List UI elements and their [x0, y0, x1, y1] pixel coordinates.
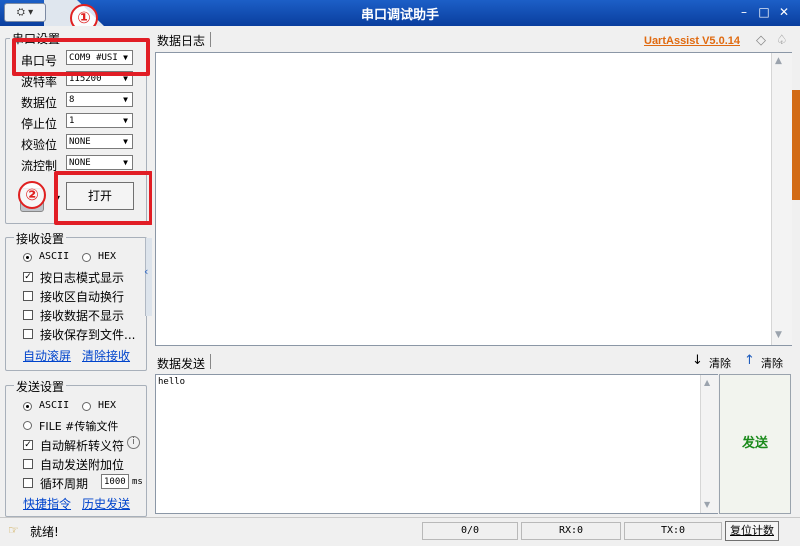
send-text-content: hello: [158, 377, 186, 387]
chevron-down-icon: ▼: [123, 137, 128, 146]
history-link[interactable]: 历史发送: [82, 495, 130, 512]
tab-data-send[interactable]: 数据发送: [157, 355, 205, 372]
info-icon[interactable]: i: [127, 436, 140, 449]
parity-select[interactable]: NONE ▼: [66, 134, 133, 149]
recv-auto-wrap-label: 接收区自动换行: [40, 290, 125, 304]
stopbits-label: 停止位: [21, 117, 58, 131]
receive-scrollbar[interactable]: [771, 53, 792, 345]
tab-data-log[interactable]: 数据日志: [157, 32, 205, 49]
highlight-box-port: [12, 38, 150, 76]
status-ready: 就绪!: [30, 525, 59, 539]
cycle-unit: ms: [132, 477, 143, 487]
recv-ascii-label: ASCII: [39, 251, 70, 262]
send-file-label: FILE #传输文件: [39, 420, 119, 433]
recv-save-file-checkbox[interactable]: [23, 329, 33, 339]
parity-label: 校验位: [21, 138, 58, 152]
send-append-label: 自动发送附加位: [40, 458, 125, 472]
cycle-period-input[interactable]: 1000: [101, 474, 129, 489]
recv-hex-radio[interactable]: [82, 253, 91, 262]
auto-scroll-link[interactable]: 自动滚屏: [23, 347, 71, 364]
recv-auto-wrap-checkbox[interactable]: [23, 291, 33, 301]
clear-up-arrow-icon[interactable]: ↑: [744, 353, 755, 368]
recv-no-display-checkbox[interactable]: [23, 310, 33, 320]
recv-no-display-label: 接收数据不显示: [40, 309, 125, 323]
diamond-icon[interactable]: ◇: [756, 33, 766, 48]
tab-divider: [210, 354, 211, 369]
send-hex-label: HEX: [98, 400, 117, 411]
status-tx: TX:0: [624, 522, 722, 540]
flow-label: 流控制: [21, 159, 58, 173]
chevron-down-icon: ▼: [123, 116, 128, 125]
receive-textarea[interactable]: [155, 52, 792, 346]
clear-send-button-1[interactable]: 清除: [709, 355, 731, 371]
recv-save-file-label: 接收保存到文件...: [40, 328, 136, 342]
send-hex-radio[interactable]: [82, 402, 91, 411]
highlight-box-open: [54, 171, 153, 225]
annotation-step-2: ②: [18, 181, 46, 209]
maximize-icon[interactable]: □: [756, 5, 772, 19]
send-cycle-checkbox[interactable]: [23, 478, 33, 488]
flow-select[interactable]: NONE ▼: [66, 155, 133, 170]
send-append-checkbox[interactable]: [23, 459, 33, 469]
scroll-up-icon[interactable]: ▲: [775, 56, 782, 66]
send-escape-checkbox[interactable]: ✓: [23, 440, 33, 450]
chevron-down-icon: ▼: [123, 158, 128, 167]
parity-value: NONE: [69, 137, 91, 147]
databits-value: 8: [69, 95, 75, 105]
scroll-down-icon[interactable]: ▼: [704, 500, 710, 509]
send-settings-title: 发送设置: [14, 378, 67, 395]
close-icon[interactable]: ✕: [776, 5, 792, 19]
stopbits-value: 1: [69, 116, 75, 126]
side-accent-bar: [792, 90, 800, 200]
scroll-down-icon[interactable]: ▼: [775, 330, 782, 340]
receive-settings-title: 接收设置: [14, 230, 67, 247]
hand-icon: ☞: [8, 523, 19, 537]
bell-icon[interactable]: ♤: [776, 33, 788, 48]
recv-log-mode-checkbox[interactable]: ✓: [23, 272, 33, 282]
flow-value: NONE: [69, 158, 91, 168]
scroll-up-icon[interactable]: ▲: [704, 378, 710, 387]
send-button[interactable]: 发送: [719, 374, 791, 514]
recv-hex-label: HEX: [98, 251, 117, 262]
shortcut-link[interactable]: 快捷指令: [23, 495, 71, 512]
send-ascii-label: ASCII: [39, 400, 70, 411]
chevron-down-icon: ▼: [123, 95, 128, 104]
clear-down-arrow-icon[interactable]: ↓: [692, 353, 703, 368]
window-title: 串口调试助手: [360, 8, 439, 23]
clear-send-button-2[interactable]: 清除: [761, 355, 783, 371]
send-file-radio[interactable]: [23, 421, 32, 430]
tab-divider: [210, 32, 211, 47]
send-cycle-label: 循环周期: [40, 477, 89, 491]
reset-count-button[interactable]: 复位计数: [725, 521, 779, 541]
status-rx: RX:0: [521, 522, 621, 540]
send-ascii-radio[interactable]: [23, 402, 32, 411]
send-scrollbar[interactable]: [700, 375, 718, 513]
send-textarea[interactable]: [155, 374, 718, 514]
send-escape-label: 自动解析转义符: [40, 439, 125, 453]
minimize-icon[interactable]: –: [736, 5, 752, 19]
databits-label: 数据位: [21, 96, 58, 110]
stopbits-select[interactable]: 1 ▼: [66, 113, 133, 128]
databits-select[interactable]: 8 ▼: [66, 92, 133, 107]
status-counter: 0/0: [422, 522, 518, 540]
recv-ascii-radio[interactable]: [23, 253, 32, 262]
recv-log-mode-label: 按日志模式显示: [40, 271, 125, 285]
chevron-left-icon[interactable]: ‹: [144, 265, 148, 278]
clear-receive-link[interactable]: 清除接收: [82, 347, 130, 364]
version-link[interactable]: UartAssist V5.0.14: [644, 35, 740, 47]
